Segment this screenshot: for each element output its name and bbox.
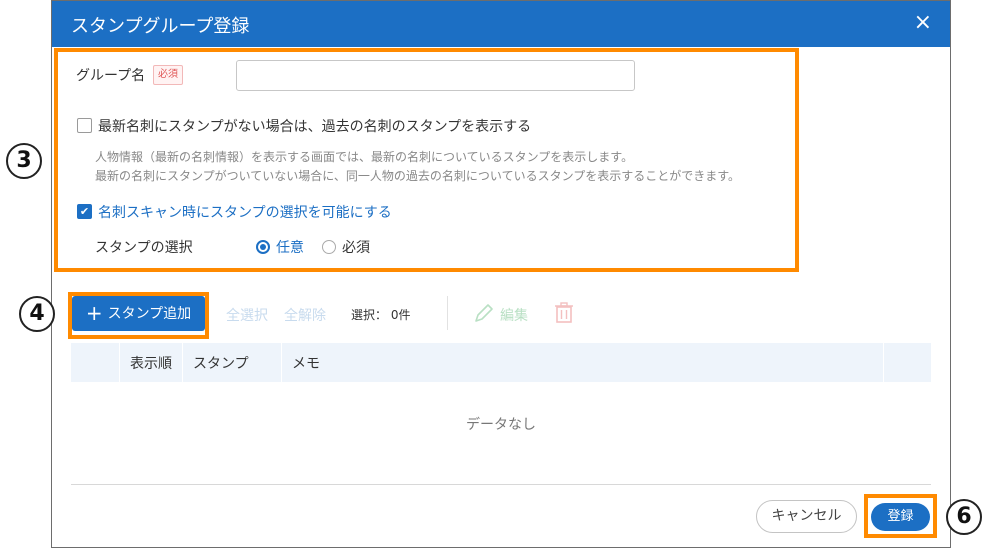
step-marker-3: 3 <box>6 143 42 179</box>
close-icon[interactable]: × <box>914 10 932 35</box>
highlight-form-settings <box>54 48 799 272</box>
highlight-add-stamp <box>68 292 209 339</box>
column-header-stamp[interactable]: スタンプ <box>193 353 249 373</box>
edit-button[interactable]: 編集 <box>500 305 528 325</box>
footer-divider <box>71 484 931 485</box>
pencil-icon[interactable] <box>473 302 495 328</box>
column-divider <box>182 343 183 382</box>
empty-table-message: データなし <box>466 417 536 433</box>
column-divider <box>281 343 282 382</box>
trash-icon[interactable] <box>554 302 574 328</box>
deselect-all-button[interactable]: 全解除 <box>284 305 326 325</box>
cancel-button[interactable]: キャンセル <box>756 500 857 533</box>
toolbar-divider <box>447 296 448 330</box>
table-header: 表示順 スタンプ メモ <box>71 343 931 382</box>
step-marker-4: 4 <box>19 296 55 332</box>
selected-count: 選択： 0件 <box>351 308 411 322</box>
dialog-titlebar: スタンプグループ登録 × <box>52 1 950 47</box>
step-marker-6: 6 <box>946 499 982 535</box>
select-all-button[interactable]: 全選択 <box>226 305 268 325</box>
column-header-memo[interactable]: メモ <box>292 353 320 373</box>
column-header-order[interactable]: 表示順 <box>130 353 172 373</box>
dialog-title: スタンプグループ登録 <box>71 16 250 37</box>
column-divider <box>883 343 884 382</box>
column-divider <box>119 343 120 382</box>
highlight-submit <box>864 494 937 538</box>
